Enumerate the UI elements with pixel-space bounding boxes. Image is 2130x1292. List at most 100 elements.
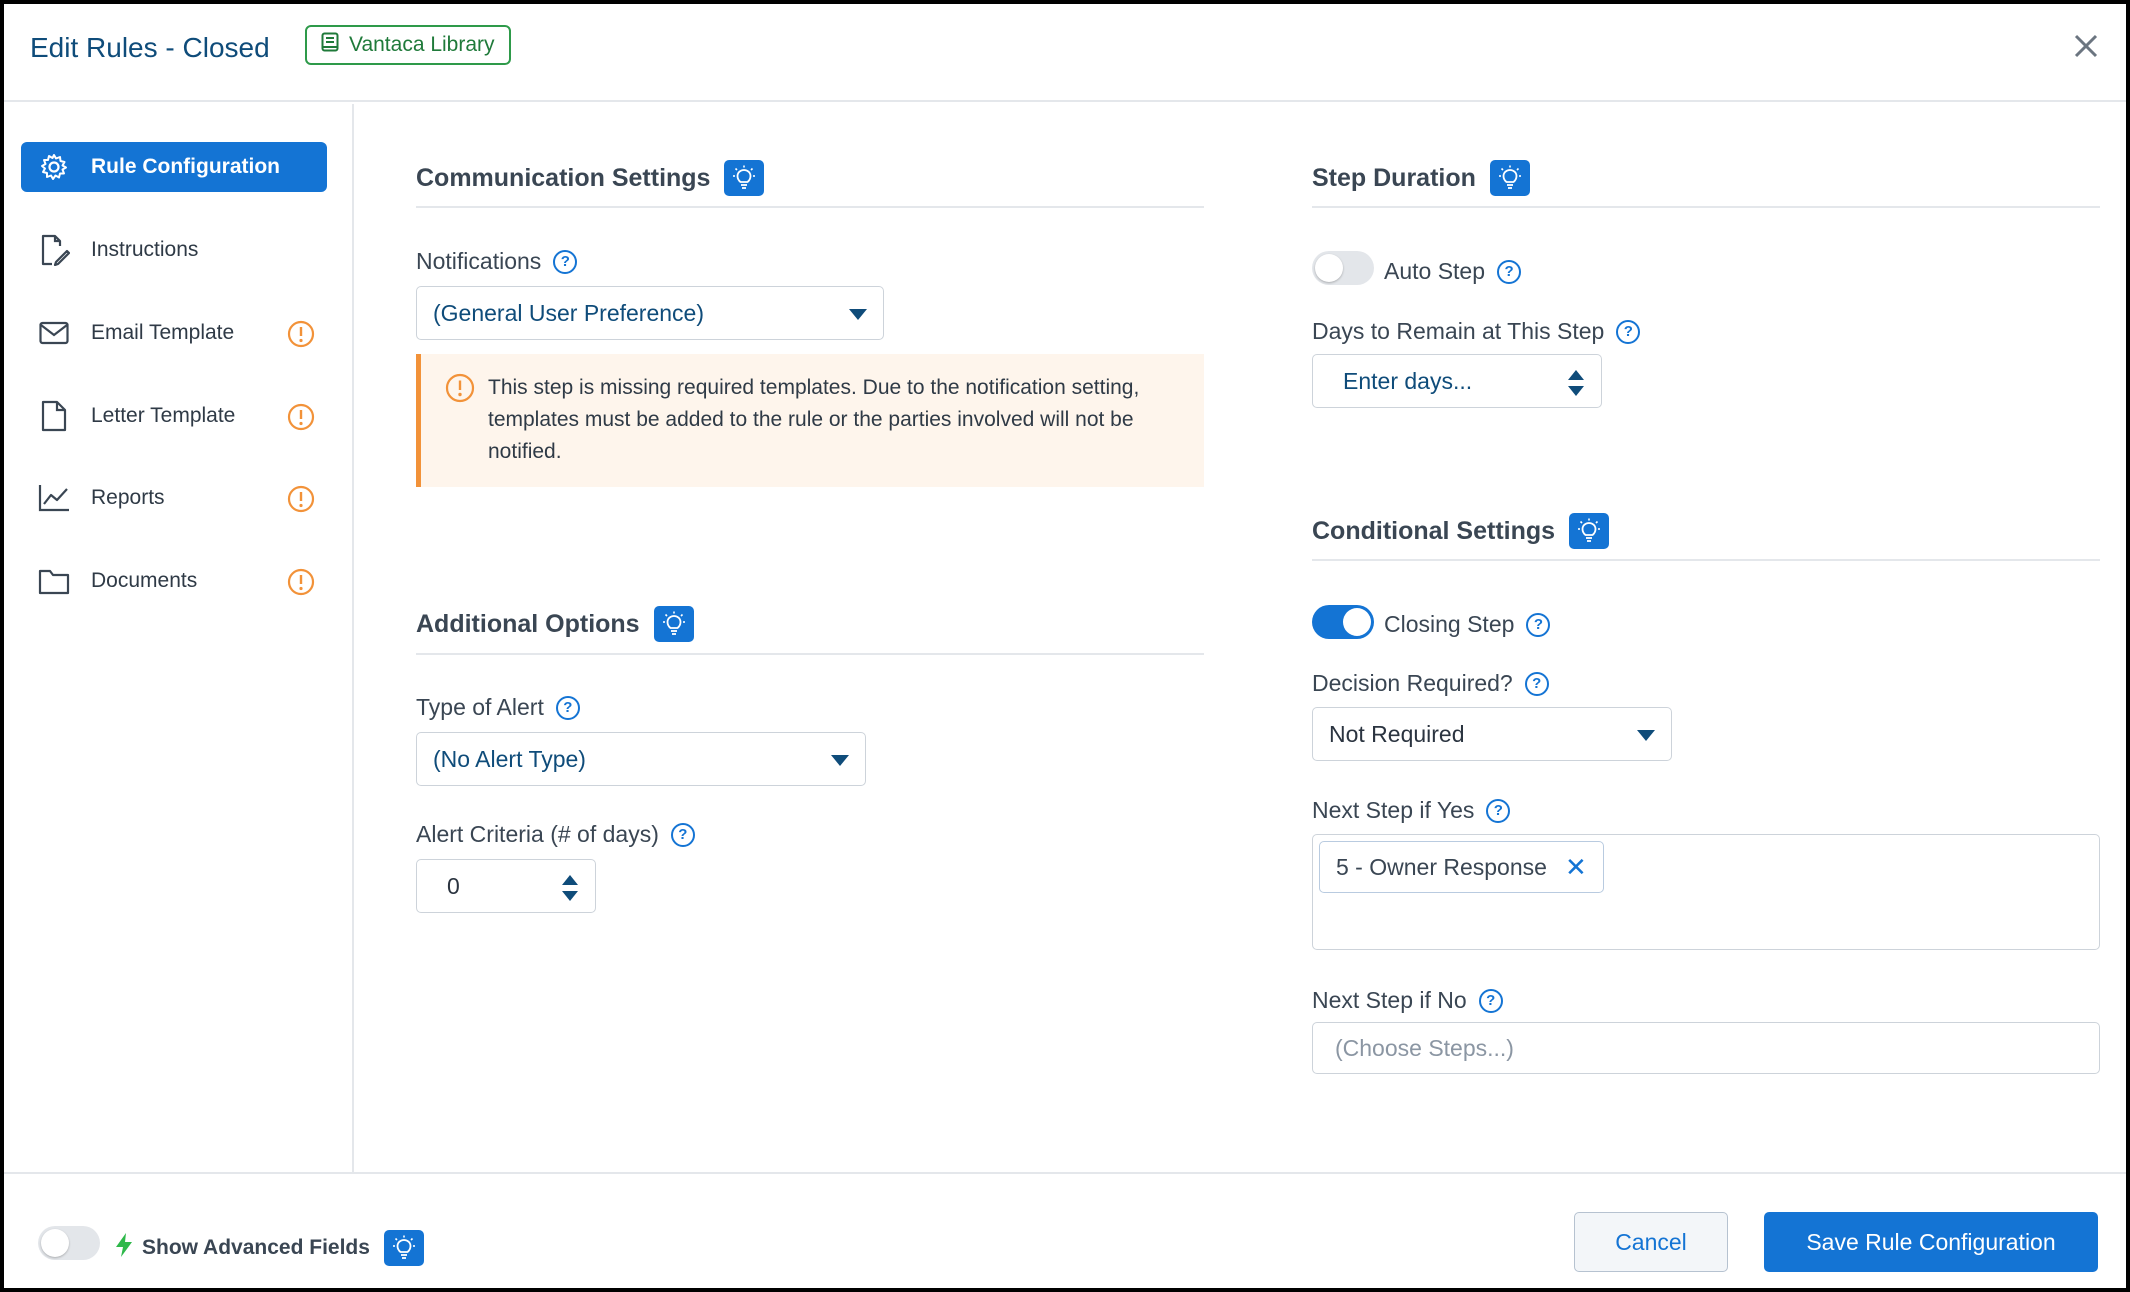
edit-rules-modal: Edit Rules - Closed Vantaca Library Rule… xyxy=(4,4,2126,1288)
help-icon[interactable]: ? xyxy=(1497,259,1522,284)
caret-down-icon xyxy=(849,309,867,320)
library-badge-label: Vantaca Library xyxy=(349,33,495,56)
next-step-no-label: Next Step if No ? xyxy=(1312,987,1503,1014)
next-step-no-select[interactable]: (Choose Steps...) xyxy=(1312,1022,2100,1074)
alert-criteria-stepper[interactable]: 0 xyxy=(416,859,596,913)
alert-type-label: Type of Alert ? xyxy=(416,694,580,721)
warning-icon xyxy=(287,403,315,437)
sidebar-item-reports[interactable]: Reports xyxy=(21,473,327,523)
sidebar-item-label: Email Template xyxy=(91,321,235,344)
additional-options-title: Additional Options xyxy=(416,606,694,642)
help-icon[interactable]: ? xyxy=(1486,798,1511,823)
conditional-settings-title: Conditional Settings xyxy=(1312,513,1610,549)
label-text: Next Step if No xyxy=(1312,987,1467,1013)
select-value: Not Required xyxy=(1329,720,1465,747)
help-icon[interactable]: ? xyxy=(1616,319,1641,344)
selected-step-chip: 5 - Owner Response ✕ xyxy=(1319,841,1604,893)
next-step-yes-multiselect[interactable]: 5 - Owner Response ✕ xyxy=(1312,834,2100,950)
lightbulb-icon[interactable] xyxy=(653,606,694,642)
toggle-knob xyxy=(1315,254,1343,282)
missing-templates-alert: This step is missing required templates.… xyxy=(416,354,1204,487)
warning-icon xyxy=(445,373,475,408)
label-text: Type of Alert xyxy=(416,694,544,720)
spinner-icon[interactable] xyxy=(1567,369,1585,397)
caret-down-icon xyxy=(1637,730,1655,741)
sidebar-item-label: Reports xyxy=(91,486,165,509)
help-icon[interactable]: ? xyxy=(670,822,695,847)
section-divider xyxy=(416,653,1204,655)
spinner-icon[interactable] xyxy=(561,874,579,902)
section-divider xyxy=(1312,206,2100,208)
sidebar-item-rule-configuration[interactable]: Rule Configuration xyxy=(21,142,327,192)
warning-icon xyxy=(287,485,315,519)
lightbulb-icon[interactable] xyxy=(724,160,765,196)
folder-icon xyxy=(37,564,71,598)
help-icon[interactable]: ? xyxy=(553,249,578,274)
label-text: Closing Step xyxy=(1384,611,1515,637)
envelope-icon xyxy=(37,316,71,350)
sidebar-item-letter-template[interactable]: Letter Template xyxy=(21,391,327,441)
warning-icon xyxy=(287,568,315,602)
lightbulb-icon[interactable] xyxy=(1489,160,1530,196)
help-icon[interactable]: ? xyxy=(555,695,580,720)
alert-type-select[interactable]: (No Alert Type) xyxy=(416,732,866,786)
section-title-text: Communication Settings xyxy=(416,163,711,192)
select-value: (General User Preference) xyxy=(433,299,704,326)
toggle-knob xyxy=(41,1229,69,1257)
help-icon[interactable]: ? xyxy=(1478,988,1503,1013)
sidebar-item-documents[interactable]: Documents xyxy=(21,556,327,606)
days-remain-label: Days to Remain at This Step ? xyxy=(1312,318,1641,345)
edit-document-icon xyxy=(37,233,71,267)
save-rule-configuration-button[interactable]: Save Rule Configuration xyxy=(1764,1212,2098,1272)
modal-header: Edit Rules - Closed Vantaca Library xyxy=(4,4,2126,102)
library-badge[interactable]: Vantaca Library xyxy=(305,25,511,65)
close-icon[interactable] xyxy=(2066,26,2106,66)
input-placeholder: Enter days... xyxy=(1343,367,1473,394)
closing-step-toggle[interactable] xyxy=(1312,605,1374,639)
label-text: Next Step if Yes xyxy=(1312,797,1475,823)
stepper-value: 0 xyxy=(447,872,460,899)
notifications-select[interactable]: (General User Preference) xyxy=(416,286,884,340)
days-remain-input[interactable]: Enter days... xyxy=(1312,354,1602,408)
label-text: Days to Remain at This Step xyxy=(1312,318,1605,344)
notifications-label: Notifications ? xyxy=(416,248,578,275)
next-step-yes-label: Next Step if Yes ? xyxy=(1312,797,1511,824)
label-text: Notifications xyxy=(416,248,542,274)
help-icon[interactable]: ? xyxy=(1524,671,1549,696)
sidebar-nav: Rule Configuration Instructions Email Te… xyxy=(4,104,354,1174)
advanced-fields-toggle[interactable] xyxy=(38,1226,100,1260)
warning-icon xyxy=(287,320,315,354)
help-icon[interactable]: ? xyxy=(1526,612,1551,637)
section-divider xyxy=(416,206,1204,208)
sidebar-item-label: Rule Configuration xyxy=(91,155,280,178)
gear-icon xyxy=(37,150,71,184)
cancel-button[interactable]: Cancel xyxy=(1574,1212,1728,1272)
sidebar-item-email-template[interactable]: Email Template xyxy=(21,308,327,358)
label-text: Show Advanced Fields xyxy=(142,1236,370,1259)
communication-settings-title: Communication Settings xyxy=(416,160,765,196)
sidebar-item-instructions[interactable]: Instructions xyxy=(21,225,327,275)
book-icon xyxy=(321,32,339,58)
document-icon xyxy=(37,399,71,433)
auto-step-toggle[interactable] xyxy=(1312,251,1374,285)
advanced-fields-label: Show Advanced Fields xyxy=(114,1230,424,1266)
decision-required-select[interactable]: Not Required xyxy=(1312,707,1672,761)
section-title-text: Additional Options xyxy=(416,609,640,638)
caret-down-icon xyxy=(831,755,849,766)
auto-step-label: Auto Step ? xyxy=(1384,258,1522,285)
decision-required-label: Decision Required? ? xyxy=(1312,670,1549,697)
chip-label: 5 - Owner Response xyxy=(1336,853,1547,880)
select-placeholder: (Choose Steps...) xyxy=(1335,1034,1514,1061)
label-text: Alert Criteria (# of days) xyxy=(416,821,659,847)
label-text: Auto Step xyxy=(1384,258,1486,284)
section-divider xyxy=(1312,559,2100,561)
remove-icon[interactable]: ✕ xyxy=(1565,852,1587,883)
label-text: Decision Required? xyxy=(1312,670,1513,696)
step-duration-title: Step Duration xyxy=(1312,160,1530,196)
alert-text: This step is missing required templates.… xyxy=(488,376,1140,463)
alert-criteria-label: Alert Criteria (# of days) ? xyxy=(416,821,695,848)
lightbulb-icon[interactable] xyxy=(383,1230,424,1266)
lightbulb-icon[interactable] xyxy=(1569,513,1610,549)
modal-title: Edit Rules - Closed xyxy=(30,32,270,63)
sidebar-item-label: Letter Template xyxy=(91,404,236,427)
